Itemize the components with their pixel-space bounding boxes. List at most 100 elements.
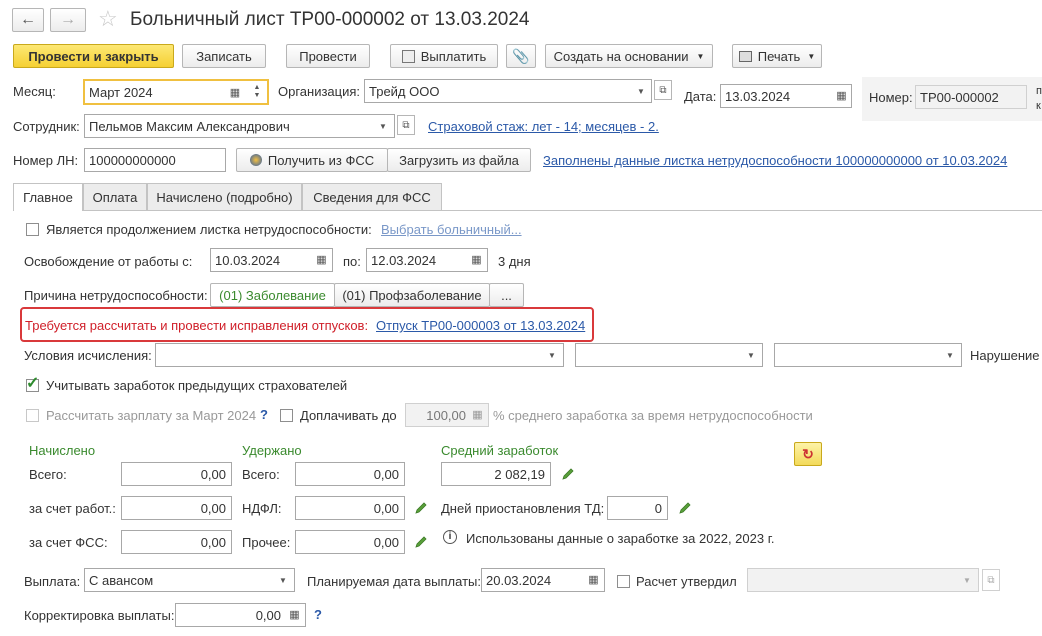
dropdown-arrow-icon[interactable]: ▼ [544, 345, 560, 365]
date-label: Дата: [684, 89, 717, 104]
continuation-checkbox[interactable] [26, 223, 39, 236]
window-title: Больничный лист ТР00-000002 от 13.03.202… [130, 9, 530, 30]
tab-strip-line [13, 210, 1042, 211]
save-button[interactable]: Записать [182, 44, 266, 68]
calendar-icon[interactable]: ▦ [585, 571, 602, 588]
dropdown-arrow-icon[interactable]: ▼ [275, 570, 291, 590]
month-value: Март 2024 [89, 84, 153, 100]
right-edge-text-1: п [1036, 85, 1042, 97]
arrow-right-icon: → [60, 11, 76, 28]
calendar-icon[interactable]: ▦ [313, 251, 330, 268]
dropdown-arrow-icon[interactable]: ▼ [942, 345, 958, 365]
vacation-link[interactable]: Отпуск ТР00-000003 от 13.03.2024 [376, 318, 585, 333]
insurance-length-link[interactable]: Страховой стаж: лет - 14; месяцев - 2. [428, 119, 659, 134]
date-value: 13.03.2024 [725, 88, 791, 104]
employee-value: Пельмов Максим Александрович [89, 118, 290, 134]
tab-main[interactable]: Главное [13, 183, 83, 211]
back-button[interactable]: ← [12, 8, 44, 32]
approved-checkbox[interactable] [617, 575, 630, 588]
approved-select[interactable] [747, 568, 979, 592]
employee-input[interactable]: Пельмов Максим Александрович [84, 114, 395, 138]
forward-button[interactable]: → [50, 8, 86, 32]
condition-select-2[interactable] [575, 343, 763, 367]
open-form-icon[interactable]: ⧉ [982, 569, 1000, 591]
attach-button[interactable]: 📎 [506, 44, 536, 68]
employer-input[interactable]: 0,00 [121, 496, 232, 520]
choose-sick-leave-link[interactable]: Выбрать больничный... [381, 222, 522, 237]
ln-number-value: 100000000000 [89, 152, 176, 168]
accrued-total-input[interactable]: 0,00 [121, 462, 232, 486]
release-to-value: 12.03.2024 [371, 252, 437, 268]
pay-label: Выплатить [420, 48, 487, 64]
pencil-icon[interactable] [678, 501, 692, 515]
reason-more-button[interactable]: ... [489, 283, 524, 307]
ndfl-input[interactable]: 0,00 [295, 496, 405, 520]
correction-help-icon[interactable]: ? [314, 607, 322, 622]
continuation-label: Является продолжением листка нетрудоспос… [46, 222, 372, 237]
create-based-on-button[interactable]: Создать на основании ▼ [545, 44, 713, 68]
star-favorite-icon[interactable]: ☆ [98, 6, 118, 32]
pay-button[interactable]: Выплатить [390, 44, 498, 68]
calendar-icon[interactable]: ▦ [833, 87, 850, 104]
prev-insurers-label: Учитывать заработок предыдущих страховат… [46, 378, 348, 393]
calendar-icon[interactable]: ▦ [226, 83, 244, 101]
info-icon: i [443, 530, 457, 544]
filled-data-link[interactable]: Заполнены данные листка нетрудоспособнос… [543, 153, 1007, 168]
number-input[interactable]: ТР00-000002 [915, 85, 1027, 109]
employer-value: 0,00 [200, 500, 226, 516]
help-icon[interactable]: ? [260, 407, 268, 422]
get-from-fss-button[interactable]: Получить из ФСС [236, 148, 388, 172]
violation-label: Нарушение [970, 348, 1040, 363]
fss-input[interactable]: 0,00 [121, 530, 232, 554]
pencil-icon[interactable] [414, 535, 428, 549]
reason-occupational-button[interactable]: (01) Профзаболевание [334, 283, 490, 307]
open-form-icon[interactable]: ⧉ [654, 80, 672, 100]
org-input[interactable]: Трейд ООО [364, 79, 652, 103]
accrued-total-label: Всего: [29, 467, 67, 482]
dropdown-arrow-icon[interactable]: ▼ [375, 116, 391, 136]
load-from-file-button[interactable]: Загрузить из файла [387, 148, 531, 172]
avg-earnings-value: 2 082,19 [494, 466, 545, 482]
dropdown-arrow-icon[interactable]: ▼ [633, 81, 649, 101]
condition-select-1[interactable] [155, 343, 564, 367]
suspension-input[interactable]: 0 [607, 496, 668, 520]
calculator-icon[interactable]: ▦ [469, 406, 486, 423]
calc-salary-checkbox[interactable] [26, 409, 39, 422]
get-fss-label: Получить из ФСС [267, 152, 375, 168]
tab-accrued-detailed[interactable]: Начислено (подробно) [147, 183, 302, 210]
tab-payment[interactable]: Оплата [83, 183, 147, 210]
month-spin-icon[interactable]: ▲ ▼ [248, 81, 266, 103]
refresh-icon: ↻ [802, 445, 814, 462]
post-button[interactable]: Провести [286, 44, 370, 68]
pencil-icon[interactable] [561, 467, 575, 481]
caret-down-icon: ▼ [696, 51, 705, 61]
accrued-header: Начислено [29, 443, 96, 458]
open-form-icon[interactable]: ⧉ [397, 115, 415, 135]
calendar-icon[interactable]: ▦ [468, 251, 485, 268]
calculator-icon[interactable]: ▦ [286, 606, 303, 623]
employee-label: Сотрудник: [13, 119, 80, 134]
pay-up-to-checkbox[interactable] [280, 409, 293, 422]
avg-earnings-input[interactable]: 2 082,19 [441, 462, 551, 486]
withheld-total-input[interactable]: 0,00 [295, 462, 405, 486]
payout-select[interactable]: С авансом [84, 568, 295, 592]
condition-select-3[interactable] [774, 343, 962, 367]
reason-illness-button[interactable]: (01) Заболевание [210, 283, 335, 307]
avg-earnings-text: % среднего заработка за время нетрудоспо… [493, 408, 813, 423]
refresh-button[interactable]: ↻ [794, 442, 822, 466]
other-input[interactable]: 0,00 [295, 530, 405, 554]
ln-number-input[interactable]: 100000000000 [84, 148, 226, 172]
pencil-icon[interactable] [414, 501, 428, 515]
create-based-label: Создать на основании [553, 48, 689, 64]
accrued-total-value: 0,00 [200, 466, 226, 482]
number-label: Номер: [869, 90, 913, 105]
post-and-close-button[interactable]: Провести и закрыть [13, 44, 174, 68]
ndfl-value: 0,00 [373, 500, 399, 516]
dropdown-arrow-icon[interactable]: ▼ [959, 570, 975, 590]
dropdown-arrow-icon[interactable]: ▼ [743, 345, 759, 365]
other-value: 0,00 [373, 534, 399, 550]
tab-fss-info[interactable]: Сведения для ФСС [302, 183, 442, 210]
print-button[interactable]: Печать ▼ [732, 44, 822, 68]
release-to-label: по: [343, 254, 361, 269]
month-label: Месяц: [13, 84, 56, 99]
